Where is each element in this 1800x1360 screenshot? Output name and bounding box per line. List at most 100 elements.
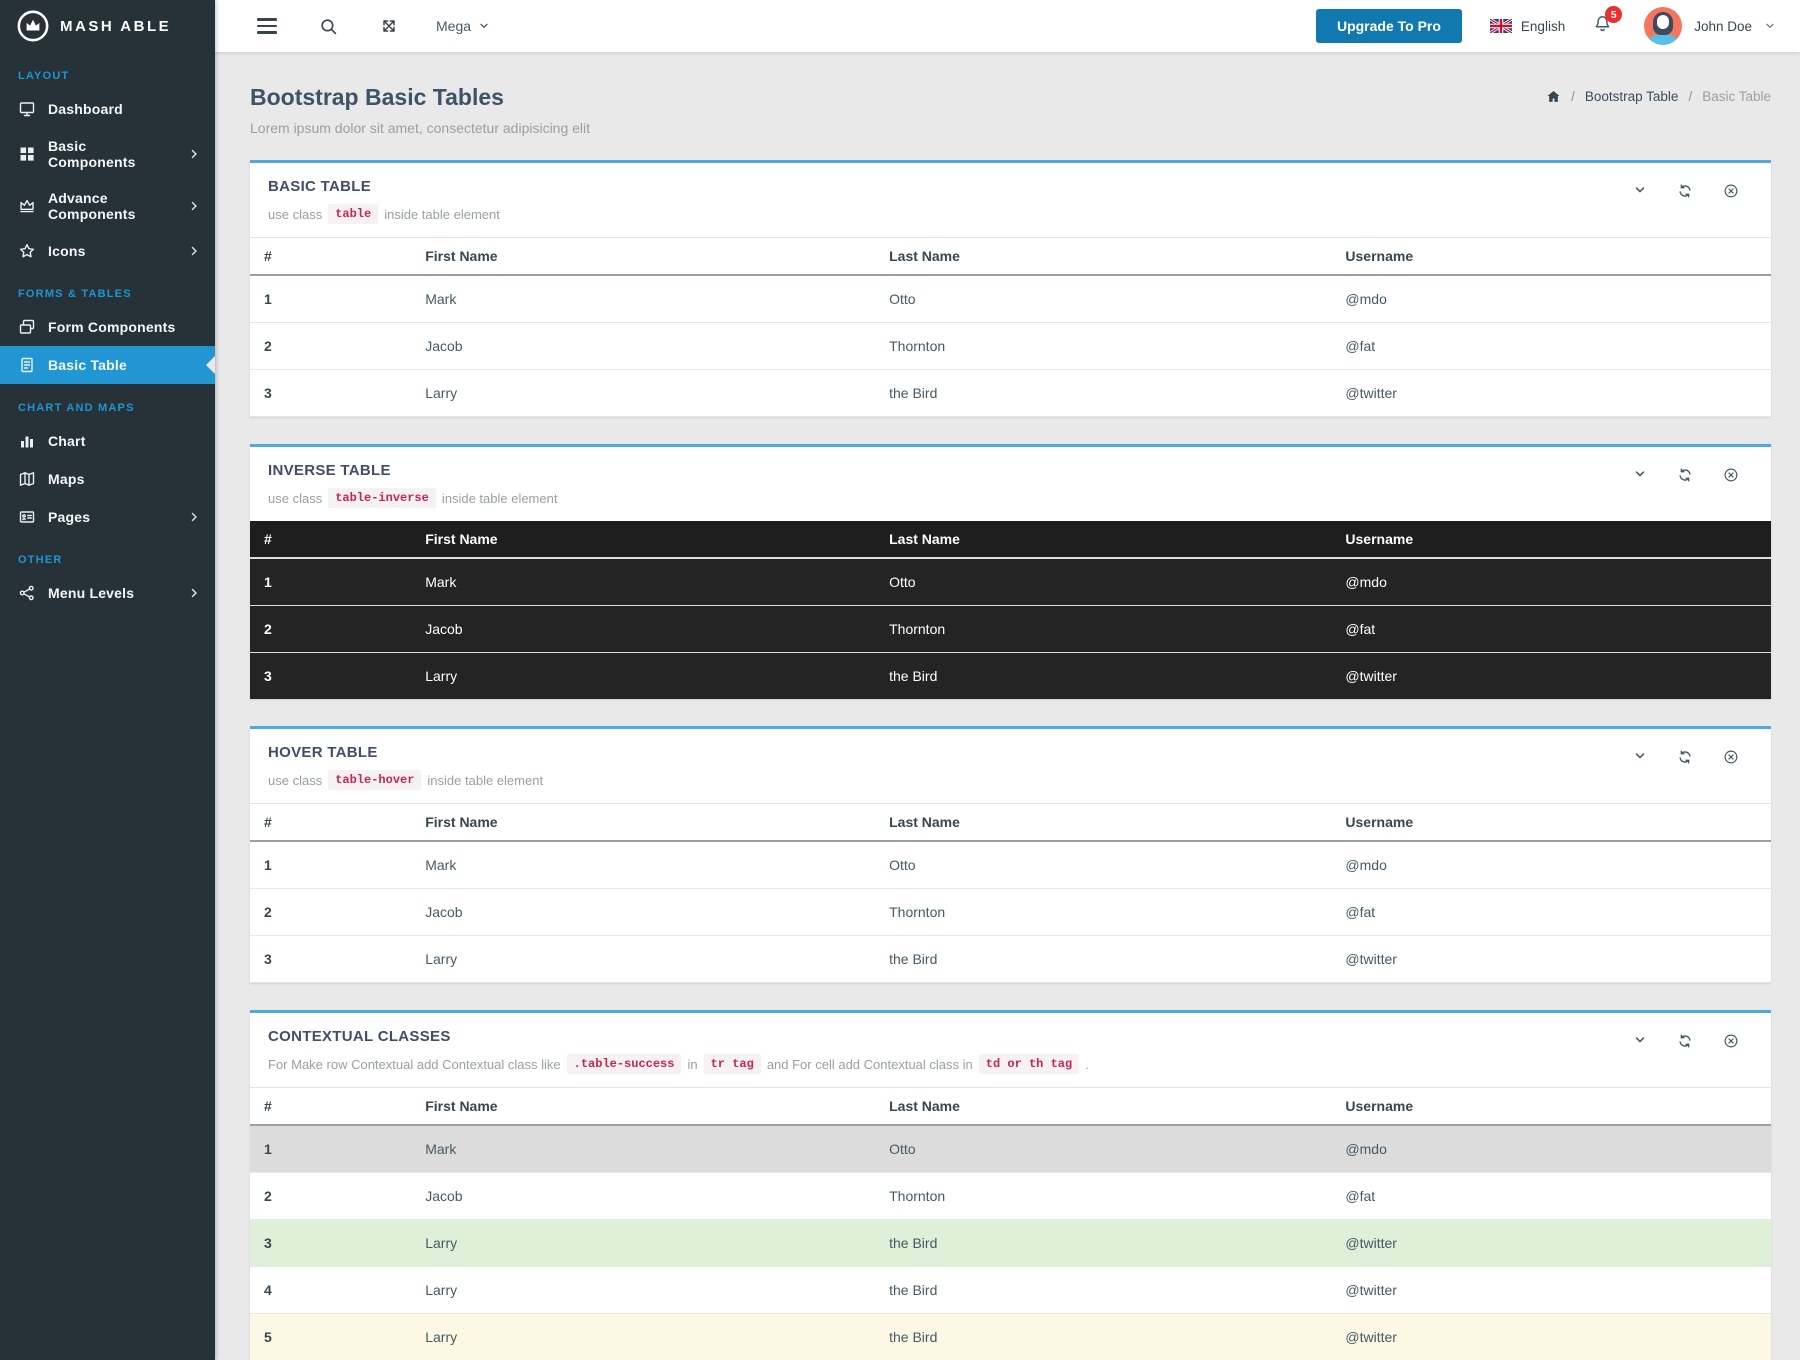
card-close-button[interactable] xyxy=(1723,749,1739,765)
sidebar-item-label: Dashboard xyxy=(48,101,123,117)
card-refresh-button[interactable] xyxy=(1677,467,1693,483)
sidebar-item-icons[interactable]: Icons xyxy=(0,232,215,270)
sidebar-item-maps[interactable]: Maps xyxy=(0,460,215,498)
card-header: HOVER TABLE use class table-hover inside t… xyxy=(250,729,1771,803)
chevron-right-icon xyxy=(187,510,201,524)
sidebar-item-menu-levels[interactable]: Menu Levels xyxy=(0,574,215,612)
table-cell: the Bird xyxy=(875,652,1332,699)
language-selector[interactable]: English xyxy=(1489,18,1566,34)
table-cell: @mdo xyxy=(1331,1124,1771,1173)
table-row[interactable]: 1 Mark Otto @mdo xyxy=(250,840,1771,889)
description-text: use class xyxy=(268,206,323,222)
card-collapse-button[interactable] xyxy=(1633,183,1647,197)
star-icon xyxy=(18,242,36,260)
code-snippet: table xyxy=(328,204,379,224)
breadcrumb-item-basic-table: Basic Table xyxy=(1702,89,1771,104)
table-cell: Jacob xyxy=(411,1172,876,1220)
table-cell: @twitter xyxy=(1331,1219,1771,1267)
data-table: # First Name Last Name Username 1 Mark Otto @m… xyxy=(250,803,1771,983)
breadcrumb-item-bootstrap-table[interactable]: Bootstrap Table xyxy=(1585,89,1679,104)
description-text: in xyxy=(687,1056,698,1072)
table-row: 2 Jacob Thornton @fat xyxy=(250,605,1771,653)
card-close-button[interactable] xyxy=(1723,1033,1739,1049)
table-cell: Jacob xyxy=(411,605,876,653)
data-table: # First Name Last Name Username 1 Mark Otto @m… xyxy=(250,521,1771,699)
table-row[interactable]: 3 Larry the Bird @twitter xyxy=(250,935,1771,983)
fullscreen-expand-icon[interactable] xyxy=(376,13,402,39)
table-cell: @twitter xyxy=(1331,935,1771,983)
table-cell: @twitter xyxy=(1331,1266,1771,1314)
card-basic-table: BASIC TABLE use class table inside table e… xyxy=(250,160,1771,417)
table-cell: the Bird xyxy=(875,1313,1332,1360)
card-collapse-button[interactable] xyxy=(1633,1033,1647,1047)
table-cell: Larry xyxy=(411,652,876,699)
column-header-last-name: Last Name xyxy=(875,1087,1332,1126)
card-close-button[interactable] xyxy=(1723,467,1739,483)
sidebar-item-form-components[interactable]: Form Components xyxy=(0,308,215,346)
sidebar-item-label: Maps xyxy=(48,471,85,487)
main-content: Bootstrap Basic Tables Lorem ipsum dolor… xyxy=(215,0,1800,1360)
avatar xyxy=(1644,7,1683,45)
sidebar-item-label: Icons xyxy=(48,243,86,259)
table-row[interactable]: 2 Jacob Thornton @fat xyxy=(250,888,1771,936)
sidebar-item-label: Advance Components xyxy=(48,190,136,222)
table-cell: Larry xyxy=(411,935,876,983)
map-icon xyxy=(18,470,36,488)
card-actions xyxy=(1633,462,1751,508)
table-cell: @mdo xyxy=(1331,840,1771,889)
upgrade-to-pro-button[interactable]: Upgrade To Pro xyxy=(1315,9,1462,43)
table-cell: @mdo xyxy=(1331,274,1771,323)
card-title: HOVER TABLE xyxy=(268,744,378,761)
language-label: English xyxy=(1520,18,1566,34)
search-icon[interactable] xyxy=(315,13,342,40)
table-row: 4 Larry the Bird @twitter xyxy=(250,1266,1771,1314)
column-header-username: Username xyxy=(1331,521,1771,559)
card-collapse-button[interactable] xyxy=(1633,749,1647,763)
table-cell: Otto xyxy=(875,274,1332,323)
description-text: and For cell add Contextual class in xyxy=(766,1056,973,1072)
column-header-username: Username xyxy=(1331,237,1771,276)
column-header-: # xyxy=(250,237,412,276)
card-refresh-button[interactable] xyxy=(1677,749,1693,765)
table-row: 2 Jacob Thornton @fat xyxy=(250,322,1771,370)
card-refresh-button[interactable] xyxy=(1677,183,1693,199)
code-snippet: td or th tag xyxy=(978,1054,1080,1074)
table-cell: @twitter xyxy=(1331,369,1771,417)
home-icon[interactable] xyxy=(1546,89,1561,104)
card-hover-table: HOVER TABLE use class table-hover inside t… xyxy=(250,726,1771,983)
sidebar-section-caption: CHART AND MAPS xyxy=(18,402,135,414)
menu-toggle-button[interactable] xyxy=(253,14,281,38)
sidebar-item-dashboard[interactable]: Dashboard xyxy=(0,90,215,128)
sidebar-item-pages[interactable]: Pages xyxy=(0,498,215,536)
table-cell: Mark xyxy=(411,274,876,323)
sidebar-item-label: Form Components xyxy=(48,319,176,335)
user-menu[interactable]: John Doe xyxy=(1644,7,1776,45)
table-header-row: # First Name Last Name Username xyxy=(250,803,1771,842)
table-cell: 5 xyxy=(250,1313,412,1360)
breadcrumb-separator: / xyxy=(1571,89,1575,104)
table-cell: Thornton xyxy=(875,1172,1332,1220)
sidebar-item-chart[interactable]: Chart xyxy=(0,422,215,460)
table-cell: 2 xyxy=(250,1172,412,1220)
notifications-button[interactable]: 5 xyxy=(1593,6,1623,38)
table-row: 1 Mark Otto @mdo xyxy=(250,557,1771,606)
table-header-row: # First Name Last Name Username xyxy=(250,1087,1771,1126)
page-subtitle: Lorem ipsum dolor sit amet, consectetur … xyxy=(250,120,591,136)
sidebar-item-advance-components[interactable]: Advance Components xyxy=(0,180,215,232)
brand[interactable]: MASH ABLE xyxy=(0,0,215,52)
table-row: 3 Larry the Bird @twitter xyxy=(250,1219,1771,1267)
card-collapse-button[interactable] xyxy=(1633,467,1647,481)
table-cell: 2 xyxy=(250,605,412,653)
mega-dropdown[interactable]: Mega xyxy=(436,18,490,34)
card-close-button[interactable] xyxy=(1723,183,1739,199)
sidebar-item-basic-components[interactable]: Basic Components xyxy=(0,128,215,180)
code-snippet: tr tag xyxy=(703,1054,761,1074)
grid-icon xyxy=(18,145,36,163)
column-header-first-name: First Name xyxy=(411,521,876,559)
card-refresh-button[interactable] xyxy=(1677,1033,1693,1049)
id-card-icon xyxy=(18,508,36,526)
table-cell: Larry xyxy=(411,369,876,417)
sidebar-item-basic-table[interactable]: Basic Table xyxy=(0,346,215,384)
table-row: 2 Jacob Thornton @fat xyxy=(250,1172,1771,1220)
card-actions xyxy=(1633,1028,1751,1074)
